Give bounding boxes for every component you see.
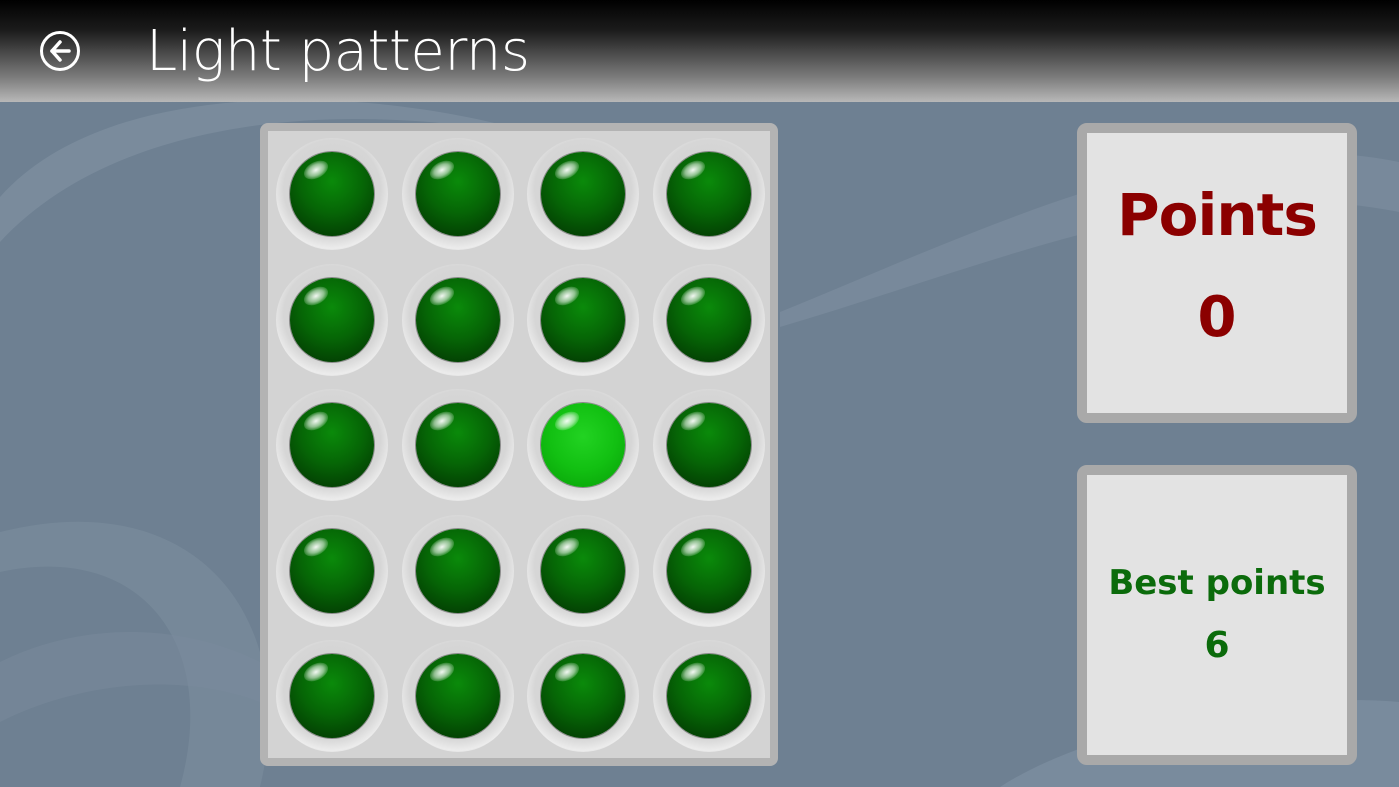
light-bulb-icon	[541, 403, 625, 487]
light-bulb-icon	[290, 528, 374, 613]
light-bulb-icon	[541, 654, 625, 738]
light-glare	[551, 156, 583, 184]
light-bulb-icon	[415, 277, 500, 362]
back-button[interactable]	[40, 31, 80, 71]
light-button[interactable]	[652, 138, 765, 250]
light-glare	[677, 407, 708, 435]
light-button[interactable]	[276, 263, 388, 376]
light-bulb-icon	[666, 403, 751, 487]
best-points-panel: Best points 6	[1077, 465, 1357, 765]
light-bulb-icon	[666, 152, 751, 236]
points-panel: Points 0	[1077, 123, 1357, 423]
light-bulb-icon	[415, 403, 500, 487]
light-button[interactable]	[527, 389, 639, 501]
light-button[interactable]	[527, 640, 639, 752]
light-bulb-icon	[415, 654, 500, 738]
light-glare	[551, 282, 583, 309]
light-button[interactable]	[527, 138, 639, 250]
light-button[interactable]	[276, 514, 388, 627]
light-bulb-icon	[290, 403, 374, 487]
light-glare	[426, 282, 457, 309]
back-arrow-icon	[50, 40, 71, 62]
light-bulb-icon	[290, 152, 374, 236]
light-button[interactable]	[652, 389, 765, 501]
light-glare	[426, 658, 457, 686]
best-points-value: 6	[1204, 625, 1230, 666]
light-glare	[677, 156, 708, 184]
light-button[interactable]	[276, 138, 388, 250]
light-glare	[300, 282, 332, 309]
light-glare	[677, 282, 708, 309]
light-glare	[300, 533, 332, 560]
light-button[interactable]	[401, 514, 514, 627]
light-button[interactable]	[401, 138, 514, 250]
light-button[interactable]	[276, 389, 388, 501]
light-button[interactable]	[401, 640, 514, 752]
app-header: Light patterns	[0, 0, 1399, 102]
light-glare	[300, 658, 332, 686]
light-bulb-icon	[541, 277, 625, 362]
points-value: 0	[1197, 285, 1237, 350]
light-glare	[426, 533, 457, 560]
light-button[interactable]	[276, 640, 388, 752]
light-button[interactable]	[652, 640, 765, 752]
light-glare	[426, 156, 457, 184]
light-glare	[677, 533, 708, 560]
light-bulb-icon	[666, 654, 751, 738]
light-bulb-icon	[415, 528, 500, 613]
light-button[interactable]	[401, 389, 514, 501]
light-bulb-icon	[415, 152, 500, 236]
light-button[interactable]	[401, 263, 514, 376]
light-glare	[551, 407, 583, 435]
light-glare	[677, 658, 708, 686]
points-label: Points	[1117, 181, 1318, 249]
light-glare	[551, 658, 583, 686]
light-button[interactable]	[652, 263, 765, 376]
page-title: Light patterns	[146, 19, 530, 84]
light-bulb-icon	[541, 152, 625, 236]
light-bulb-icon	[666, 528, 751, 613]
light-glare	[300, 156, 332, 184]
best-points-label: Best points	[1108, 563, 1326, 603]
light-glare	[426, 407, 457, 435]
light-glare	[551, 533, 583, 560]
light-button[interactable]	[527, 514, 639, 627]
light-bulb-icon	[541, 528, 625, 613]
light-bulb-icon	[290, 654, 374, 738]
light-glare	[300, 407, 332, 435]
light-button[interactable]	[527, 263, 639, 376]
light-board	[260, 123, 778, 766]
light-bulb-icon	[666, 277, 751, 362]
light-bulb-icon	[290, 277, 374, 362]
light-button[interactable]	[652, 514, 765, 627]
